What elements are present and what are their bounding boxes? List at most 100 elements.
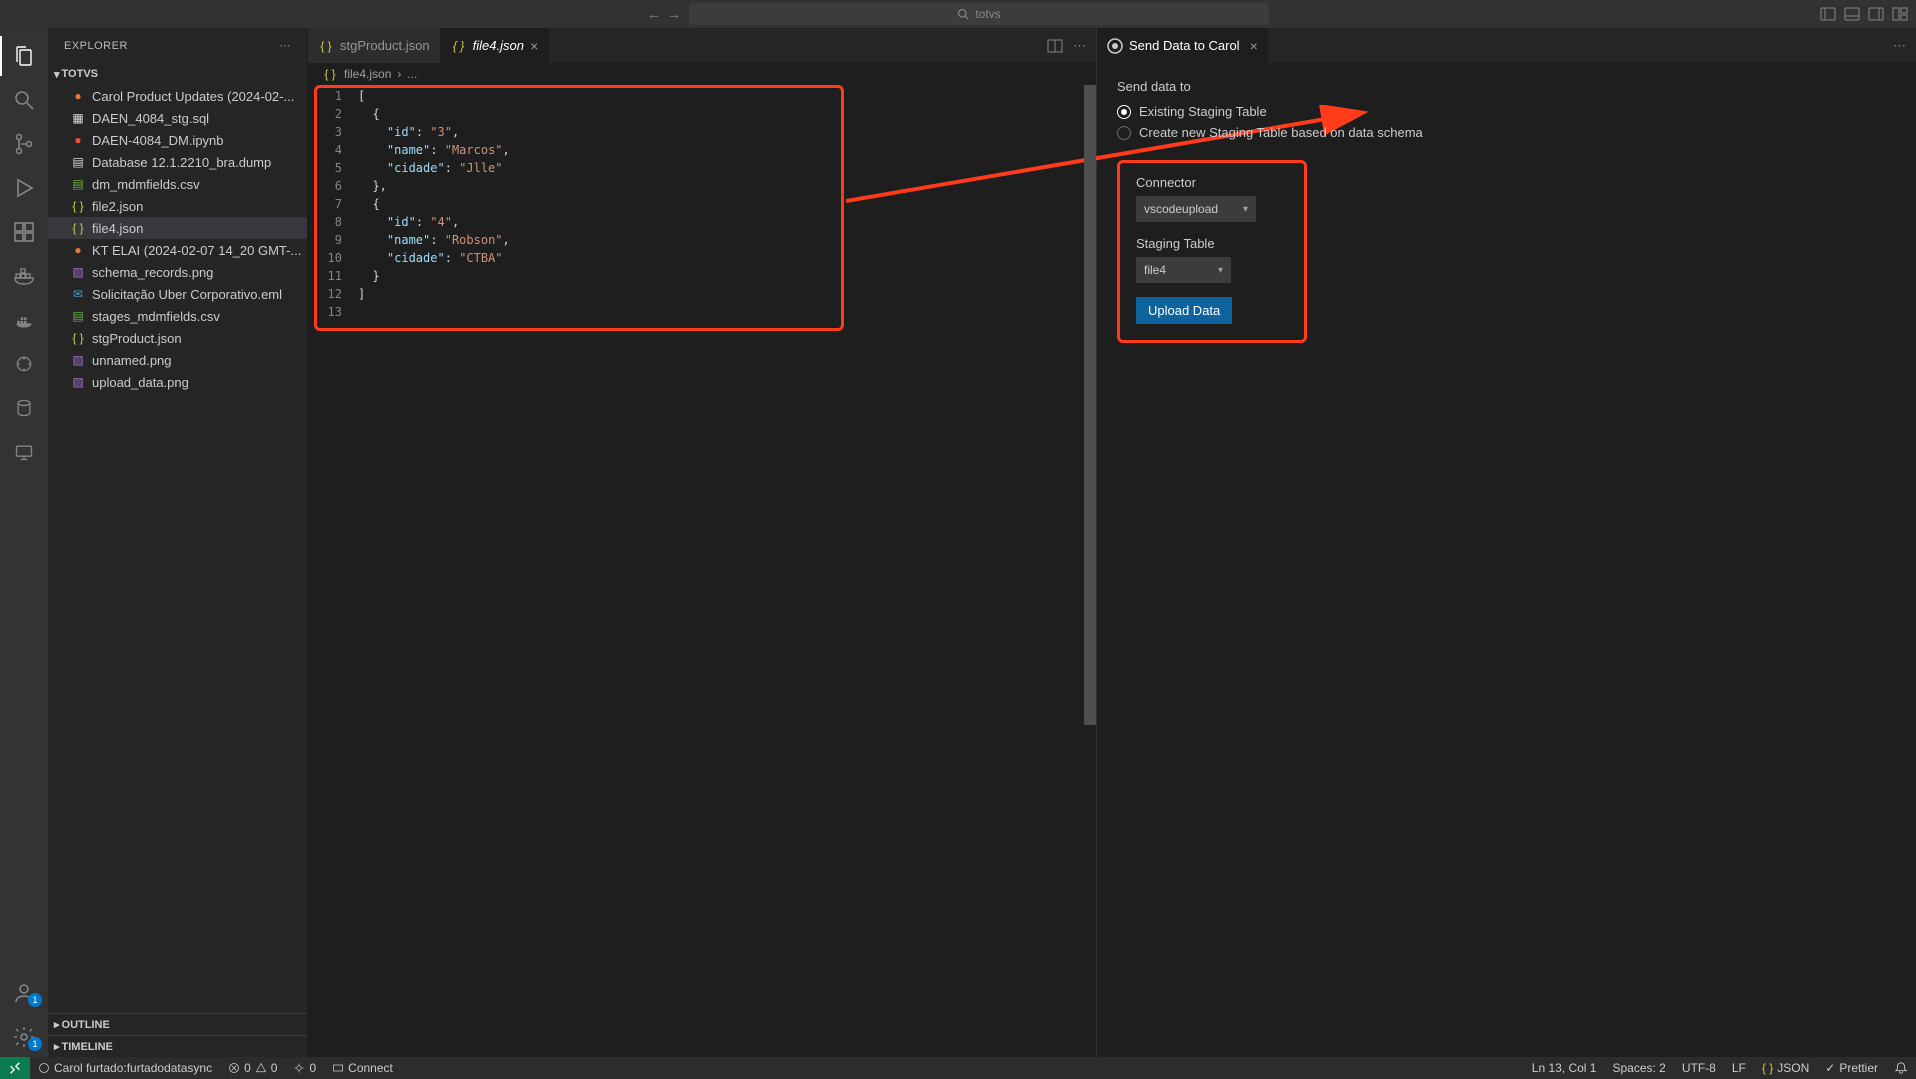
panel-tab-label: Send Data to Carol — [1129, 38, 1240, 53]
file-item[interactable]: ▤dm_mdmfields.csv — [48, 173, 307, 195]
file-item[interactable]: ✉Solicitação Uber Corporativo.eml — [48, 283, 307, 305]
file-item[interactable]: { }file4.json — [48, 217, 307, 239]
file-name: unnamed.png — [92, 353, 172, 368]
staging-value: file4 — [1144, 263, 1166, 277]
radio-icon — [1117, 105, 1131, 119]
status-profile[interactable]: Carol furtado:furtadodatasync — [30, 1061, 220, 1075]
file-name: stages_mdmfields.csv — [92, 309, 220, 324]
code-line: "cidade": "CTBA" — [358, 249, 1096, 267]
layout-panel-icon[interactable] — [1844, 6, 1860, 22]
code-line: { — [358, 195, 1096, 213]
scrollbar-thumb[interactable] — [1084, 85, 1096, 725]
upload-data-button[interactable]: Upload Data — [1136, 297, 1232, 324]
accounts-badge: 1 — [28, 993, 42, 1007]
profile-label: Carol furtado:furtadodatasync — [54, 1061, 212, 1075]
file-item[interactable]: ●DAEN-4084_DM.ipynb — [48, 129, 307, 151]
annotation-box-form: Connector vscodeupload ▾ Staging Table f… — [1117, 160, 1307, 343]
activity-run-debug[interactable] — [0, 168, 48, 208]
layout-sidebar-right-icon[interactable] — [1868, 6, 1884, 22]
chevron-right-icon: ▸ — [54, 1018, 60, 1031]
file-item[interactable]: { }file2.json — [48, 195, 307, 217]
file-name: upload_data.png — [92, 375, 189, 390]
breadcrumb[interactable]: { } file4.json › ... — [308, 63, 1096, 85]
file-item[interactable]: { }stgProduct.json — [48, 327, 307, 349]
folder-header[interactable]: ▾ TOTVS — [48, 63, 307, 85]
outline-section[interactable]: ▸ OUTLINE — [48, 1013, 307, 1035]
file-item[interactable]: ▧upload_data.png — [48, 371, 307, 393]
status-cursor[interactable]: Ln 13, Col 1 — [1524, 1061, 1605, 1075]
activity-circle-icon[interactable] — [0, 344, 48, 384]
tab-stgproduct[interactable]: { } stgProduct.json — [308, 28, 441, 63]
activity-bar: 1 1 — [0, 28, 48, 1057]
nav-forward-icon[interactable]: → — [667, 6, 681, 22]
nav-back-icon[interactable]: ← — [647, 6, 661, 22]
status-problems[interactable]: 0 0 — [220, 1061, 285, 1075]
breadcrumb-rest: ... — [407, 67, 417, 81]
explorer-sidebar: EXPLORER ⋯ ▾ TOTVS ●Carol Product Update… — [48, 28, 308, 1057]
explorer-more-icon[interactable]: ⋯ — [280, 39, 292, 52]
status-eol[interactable]: LF — [1724, 1061, 1754, 1075]
file-item[interactable]: ▤stages_mdmfields.csv — [48, 305, 307, 327]
customize-layout-icon[interactable] — [1892, 6, 1908, 22]
close-icon[interactable]: × — [1250, 38, 1258, 54]
file-name: schema_records.png — [92, 265, 213, 280]
radio-create-staging[interactable]: Create new Staging Table based on data s… — [1117, 125, 1896, 140]
file-item[interactable]: ● Carol Product Updates (2024-02-... — [48, 85, 307, 107]
eml-icon: ✉ — [70, 287, 86, 301]
code-line: { — [358, 105, 1096, 123]
editor-scrollbar[interactable] — [1084, 85, 1096, 1057]
file-name: dm_mdmfields.csv — [92, 177, 200, 192]
activity-accounts[interactable]: 1 — [0, 973, 48, 1013]
file-name: Carol Product Updates (2024-02-... — [92, 89, 294, 104]
status-ports[interactable]: 0 — [285, 1061, 324, 1075]
warnings-count: 0 — [271, 1061, 278, 1075]
file-item[interactable]: ▦DAEN_4084_stg.sql — [48, 107, 307, 129]
file-item[interactable]: ▤ Database 12.1.2210_bra.dump — [48, 151, 307, 173]
activity-database[interactable] — [0, 388, 48, 428]
close-icon[interactable]: × — [530, 38, 538, 54]
split-editor-icon[interactable] — [1047, 38, 1063, 54]
status-language[interactable]: { } JSON — [1754, 1061, 1817, 1075]
rec-icon: ● — [70, 89, 86, 103]
db-icon: ▤ — [70, 155, 86, 169]
status-spaces[interactable]: Spaces: 2 — [1604, 1061, 1673, 1075]
search-icon — [957, 8, 969, 20]
search-text: totvs — [975, 7, 1000, 21]
file-item[interactable]: ▧schema_records.png — [48, 261, 307, 283]
file-name: file4.json — [92, 221, 143, 236]
tab-file4[interactable]: { } file4.json × — [441, 28, 550, 63]
file-item[interactable]: ●KT ELAI (2024-02-07 14_20 GMT-... — [48, 239, 307, 261]
command-center[interactable]: totvs — [689, 3, 1269, 25]
file-list: ● Carol Product Updates (2024-02-... ▦DAEN… — [48, 85, 307, 1013]
more-actions-icon[interactable]: ⋯ — [1073, 38, 1086, 54]
activity-explorer[interactable] — [0, 36, 48, 76]
connector-dropdown[interactable]: vscodeupload ▾ — [1136, 196, 1256, 222]
file-name: stgProduct.json — [92, 331, 182, 346]
timeline-section[interactable]: ▸ TIMELINE — [48, 1035, 307, 1057]
activity-docker-alt[interactable] — [0, 300, 48, 340]
staging-dropdown[interactable]: file4 ▾ — [1136, 257, 1231, 283]
settings-badge: 1 — [28, 1037, 42, 1051]
status-connect[interactable]: Connect — [324, 1061, 401, 1075]
radio-existing-staging[interactable]: Existing Staging Table — [1117, 104, 1896, 119]
activity-extensions[interactable] — [0, 212, 48, 252]
activity-search[interactable] — [0, 80, 48, 120]
activity-source-control[interactable] — [0, 124, 48, 164]
status-encoding[interactable]: UTF-8 — [1674, 1061, 1724, 1075]
layout-sidebar-left-icon[interactable] — [1820, 6, 1836, 22]
activity-settings[interactable]: 1 — [0, 1017, 48, 1057]
activity-docker[interactable] — [0, 256, 48, 296]
file-item[interactable]: ▧unnamed.png — [48, 349, 307, 371]
code-area[interactable]: [ { "id": "3", "name": "Marcos", "cidade… — [358, 85, 1096, 1057]
status-formatter[interactable]: ✓Prettier — [1817, 1061, 1886, 1075]
panel-tab-send-data[interactable]: Send Data to Carol × — [1097, 28, 1268, 63]
code-line: }, — [358, 177, 1096, 195]
editor-content[interactable]: 12345678910111213 [ { "id": "3", "name":… — [308, 85, 1096, 1057]
radio-label: Existing Staging Table — [1139, 104, 1267, 119]
code-line: ] — [358, 285, 1096, 303]
activity-remote[interactable] — [0, 432, 48, 472]
remote-indicator[interactable] — [0, 1057, 30, 1079]
file-name: Database 12.1.2210_bra.dump — [92, 155, 271, 170]
status-bell[interactable] — [1886, 1061, 1916, 1075]
more-actions-icon[interactable]: ⋯ — [1893, 38, 1906, 54]
